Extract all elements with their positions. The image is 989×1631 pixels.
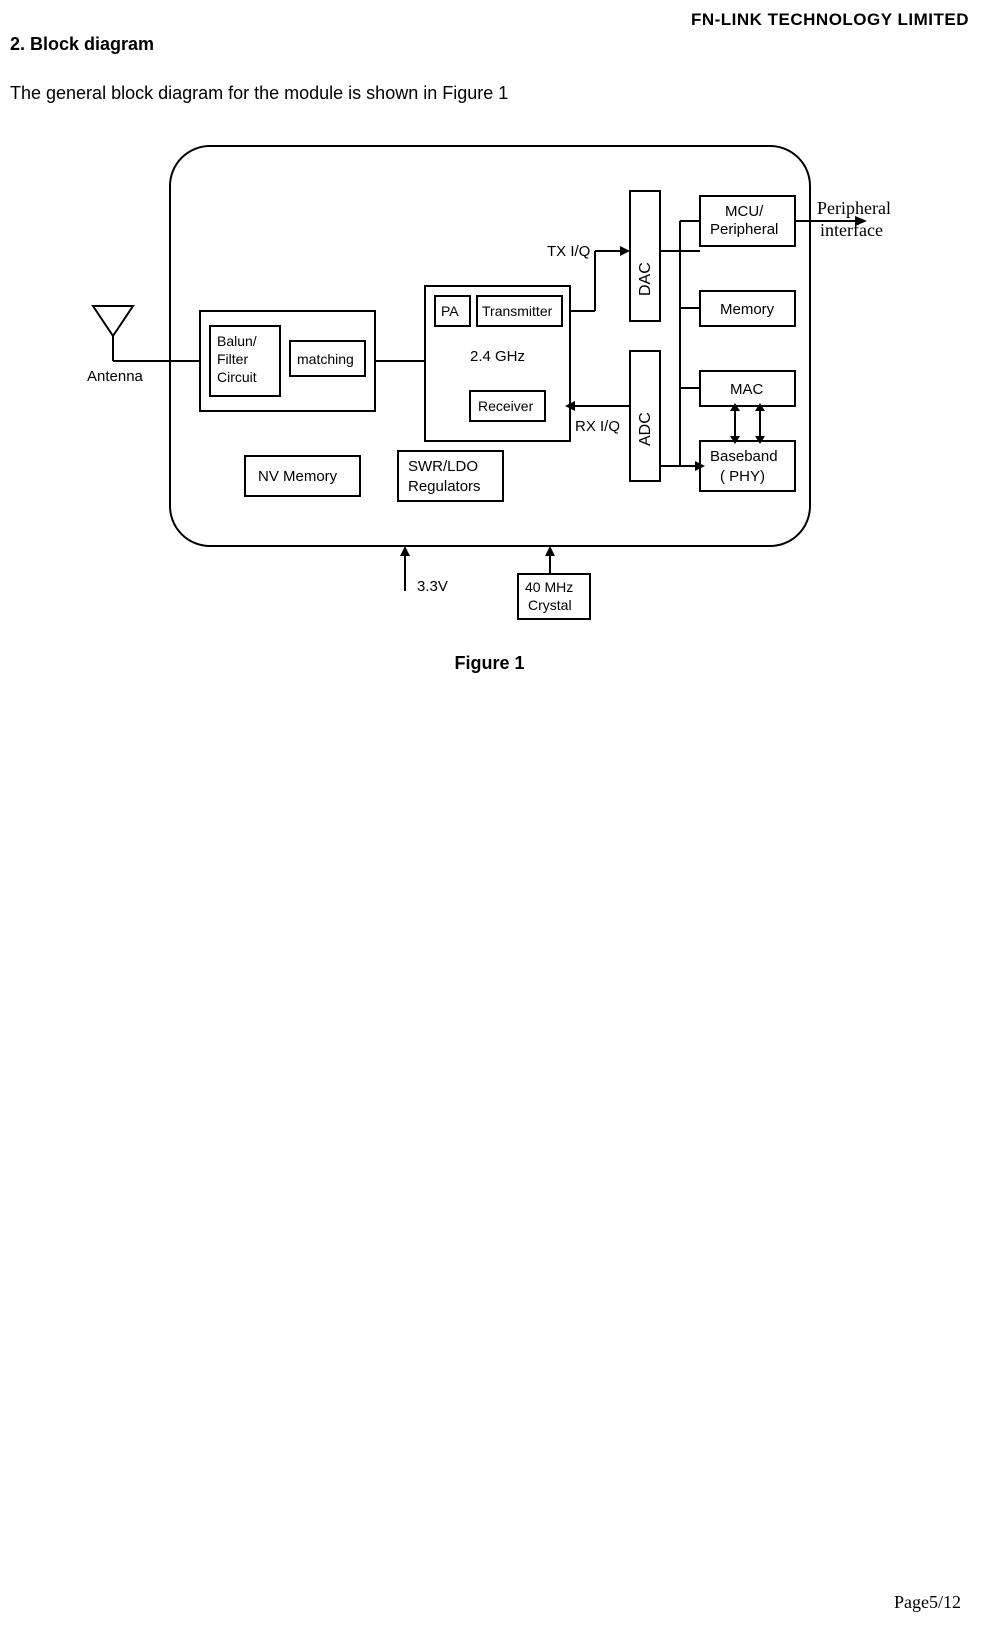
mcu-label-l2: Peripheral [710, 221, 778, 238]
dac-label: DAC [637, 262, 654, 296]
matching-label: matching [297, 351, 354, 367]
section-title: 2. Block diagram [10, 34, 969, 55]
swr-label-l1: SWR/LDO [408, 458, 478, 475]
figure-caption: Figure 1 [10, 653, 969, 674]
swr-label-l2: Regulators [408, 478, 481, 495]
block-diagram: Antenna Balun/ Filter Circuit matching P… [75, 136, 905, 631]
nv-memory-label: NV Memory [258, 468, 338, 485]
baseband-label-l2: ( PHY) [720, 468, 765, 485]
memory-label: Memory [720, 301, 775, 318]
pa-label: PA [441, 303, 459, 319]
peripheral-iface-l1: Peripheral [817, 198, 891, 218]
balun-label-l3: Circuit [217, 369, 257, 385]
section-intro: The general block diagram for the module… [10, 83, 969, 104]
baseband-label-l1: Baseband [710, 448, 778, 465]
peripheral-iface-l2: interface [820, 220, 883, 240]
adc-label: ADC [637, 412, 654, 446]
antenna-icon [93, 306, 133, 361]
page-footer: Page5/12 [894, 1592, 961, 1613]
transmitter-label: Transmitter [482, 303, 553, 319]
company-header: FN-LINK TECHNOLOGY LIMITED [10, 10, 969, 30]
crystal-label-l2: Crystal [528, 597, 572, 613]
mac-label: MAC [730, 381, 764, 398]
v33-label: 3.3V [417, 578, 448, 595]
balun-label-l1: Balun/ [217, 333, 257, 349]
balun-label-l2: Filter [217, 351, 248, 367]
tx-iq-label: TX I/Q [547, 243, 590, 260]
receiver-label: Receiver [478, 398, 534, 414]
crystal-label-l1: 40 MHz [525, 579, 573, 595]
rx-iq-label: RX I/Q [575, 418, 620, 435]
antenna-label: Antenna [87, 368, 144, 385]
mcu-label-l1: MCU/ [725, 203, 764, 220]
radio-freq-label: 2.4 GHz [470, 348, 525, 365]
